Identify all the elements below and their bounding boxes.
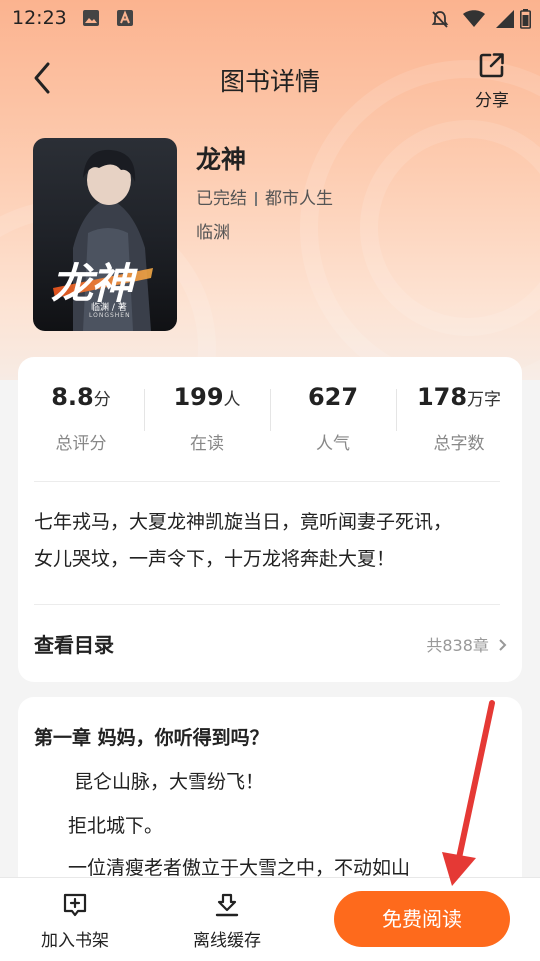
book-summary-card: 8.8分 总评分 199人 在读 627 人气 178万字 总字数 七年戎马，大… xyxy=(18,357,522,682)
description-line: 七年戎马，大夏龙神凯旋当日，竟听闻妻子死讯， xyxy=(34,511,453,533)
nav-bar: 图书详情 分享 xyxy=(0,40,540,120)
share-icon xyxy=(479,53,504,78)
toc-row[interactable]: 查看目录 共838章 xyxy=(18,607,522,677)
add-bookshelf-icon xyxy=(63,893,87,917)
stat-popularity: 627 人气 xyxy=(270,383,396,454)
preview-paragraph: 昆仑山脉，大雪纷飞！ xyxy=(74,771,265,793)
cover-pinyin: LONGSHEN xyxy=(89,312,131,319)
preview-paragraph: 拒北城下。 xyxy=(68,815,164,837)
offline-cache-label: 离线缓存 xyxy=(193,931,261,951)
stat-value: 8.8 xyxy=(51,383,94,411)
description-line: 女儿哭坟，一声令下，十万龙将奔赴大夏！ xyxy=(34,548,396,570)
chapter-count: 共838章 xyxy=(426,632,508,656)
stat-label: 在读 xyxy=(190,434,224,454)
book-author[interactable]: 临渊 xyxy=(196,218,230,243)
stat-unit: 人 xyxy=(223,390,241,410)
status-bar: 12:23 xyxy=(0,0,540,36)
add-to-shelf-button[interactable]: 加入书架 xyxy=(20,892,130,951)
bottom-action-bar: 加入书架 离线缓存 免费阅读 xyxy=(0,877,540,961)
stat-unit: 分 xyxy=(93,390,111,410)
book-title: 龙神 xyxy=(196,145,247,174)
toc-label: 查看目录 xyxy=(34,633,114,657)
book-cover[interactable]: 龙神 临渊 / 著 LONGSHEN xyxy=(33,138,177,331)
divider xyxy=(34,481,500,482)
stat-rating: 8.8分 总评分 xyxy=(18,383,144,454)
gallery-icon xyxy=(83,10,99,26)
chevron-right-icon xyxy=(499,639,507,651)
stat-label: 人气 xyxy=(316,434,350,454)
download-icon xyxy=(215,893,239,917)
app-a-icon xyxy=(117,10,133,26)
status-time: 12:23 xyxy=(12,7,67,29)
book-description: 七年戎马，大夏龙神凯旋当日，竟听闻妻子死讯， 女儿哭坟，一声令下，十万龙将奔赴大… xyxy=(34,504,504,578)
chapter-title: 第一章 妈妈，你听得到吗？ xyxy=(34,727,269,749)
book-category[interactable]: 都市人生 xyxy=(265,189,333,209)
share-button[interactable]: 分享 xyxy=(464,50,520,111)
book-status: 已完结 xyxy=(196,189,247,209)
chapter-preview-card[interactable]: 第一章 妈妈，你听得到吗？ 昆仑山脉，大雪纷飞！ 拒北城下。 一位清瘦老者傲立于… xyxy=(18,697,522,897)
share-label: 分享 xyxy=(475,91,509,111)
free-read-button[interactable]: 免费阅读 xyxy=(334,891,510,947)
stat-label: 总评分 xyxy=(55,434,107,454)
stat-unit: 万字 xyxy=(467,390,502,410)
meta-separator xyxy=(255,192,257,206)
offline-cache-button[interactable]: 离线缓存 xyxy=(172,892,282,951)
stat-value: 627 xyxy=(307,383,359,411)
page-title: 图书详情 xyxy=(219,67,320,96)
stat-reading: 199人 在读 xyxy=(144,383,270,454)
stat-label: 总字数 xyxy=(433,434,485,454)
stat-word-count: 178万字 总字数 xyxy=(396,383,522,454)
stat-value: 199 xyxy=(173,383,224,411)
wifi-icon xyxy=(463,10,485,27)
chapter-count-text: 共838章 xyxy=(426,636,489,655)
divider xyxy=(34,604,500,605)
preview-paragraph: 一位清瘦老者傲立于大雪之中，不动如山 xyxy=(68,857,411,879)
book-meta: 已完结 都市人生 xyxy=(196,184,333,209)
signal-icon xyxy=(496,10,514,28)
mute-bell-icon xyxy=(431,11,449,28)
battery-icon xyxy=(520,9,531,29)
stat-value: 178 xyxy=(416,383,468,411)
add-to-shelf-label: 加入书架 xyxy=(41,931,109,951)
